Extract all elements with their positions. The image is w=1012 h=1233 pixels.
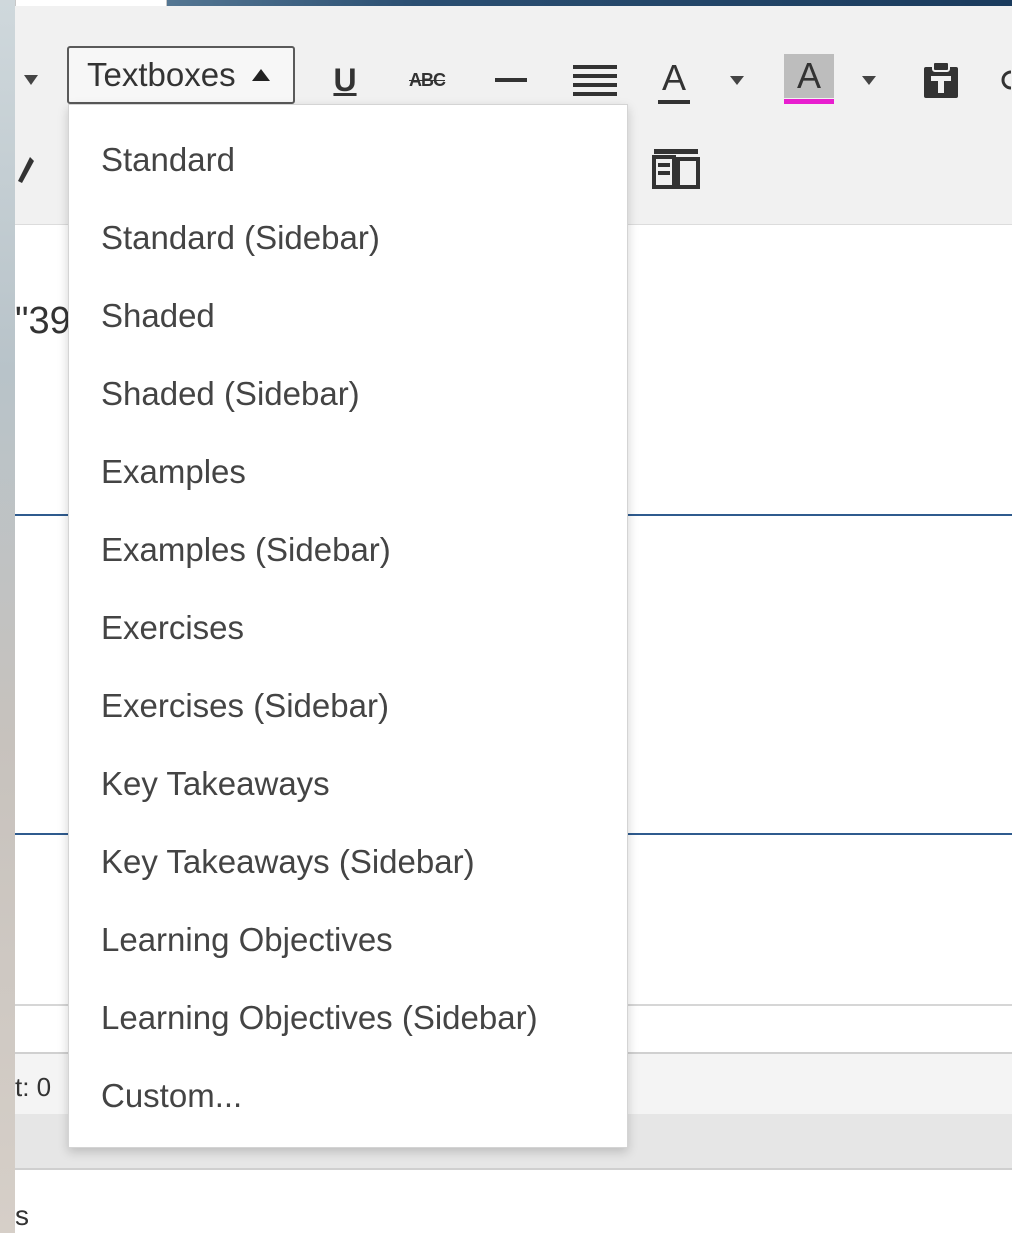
menu-item-shaded[interactable]: Shaded: [101, 292, 215, 340]
justify-button[interactable]: [571, 58, 619, 102]
bottom-text-fragment: s: [15, 1200, 29, 1231]
menu-item-custom[interactable]: Custom...: [101, 1072, 242, 1120]
menu-item-examples-sidebar[interactable]: Examples (Sidebar): [101, 526, 391, 574]
columns-icon: [652, 149, 700, 189]
menu-item-exercises[interactable]: Exercises: [101, 604, 244, 652]
font-color-button[interactable]: A: [651, 56, 697, 104]
pencil-partial-icon: [18, 157, 34, 183]
textboxes-dropdown-menu: Standard Standard (Sidebar) Shaded Shade…: [68, 104, 628, 1148]
paste-icon: [924, 61, 958, 98]
background-color-icon: A: [784, 54, 834, 104]
horizontal-line-button[interactable]: [493, 58, 529, 102]
partial-toolbar-icon[interactable]: [15, 146, 35, 190]
columns-button[interactable]: [651, 146, 701, 190]
background-color-button[interactable]: A: [783, 54, 835, 104]
menu-item-exercises-sidebar[interactable]: Exercises (Sidebar): [101, 682, 389, 730]
textboxes-label: Textboxes: [87, 56, 236, 93]
overflow-icon[interactable]: [997, 58, 1012, 102]
menu-item-key-takeaways-sidebar[interactable]: Key Takeaways (Sidebar): [101, 838, 475, 886]
menu-item-key-takeaways[interactable]: Key Takeaways: [101, 760, 330, 808]
link-partial-icon: [1001, 70, 1011, 90]
textboxes-dropdown-button[interactable]: Textboxes: [67, 46, 295, 104]
menu-item-shaded-sidebar[interactable]: Shaded (Sidebar): [101, 370, 360, 418]
underline-icon: U: [333, 61, 357, 98]
menu-item-learning-objectives[interactable]: Learning Objectives: [101, 916, 393, 964]
menu-item-examples[interactable]: Examples: [101, 448, 246, 496]
status-text: t: 0: [15, 1072, 52, 1102]
left-dropdown-arrow-icon[interactable]: [21, 58, 41, 102]
justify-icon: [573, 64, 617, 96]
paste-button[interactable]: [919, 58, 963, 102]
background-color-dropdown-arrow-icon[interactable]: [859, 58, 879, 102]
editor-window: Textboxes U ABC A A "39 t: 0 s Standard …: [15, 0, 1012, 1233]
font-color-icon: A: [657, 57, 691, 104]
menu-item-learning-objectives-sidebar[interactable]: Learning Objectives (Sidebar): [101, 994, 538, 1042]
horizontal-line-icon: [495, 78, 527, 82]
underline-button[interactable]: U: [325, 58, 365, 102]
strikethrough-button[interactable]: ABC: [403, 58, 451, 102]
editor-text-fragment: "39: [15, 300, 71, 342]
menu-item-standard-sidebar[interactable]: Standard (Sidebar): [101, 214, 380, 262]
font-color-dropdown-arrow-icon[interactable]: [727, 58, 747, 102]
menu-item-standard[interactable]: Standard: [101, 136, 235, 184]
desktop-background: [0, 0, 16, 1233]
caret-up-icon: [251, 69, 270, 81]
strikethrough-icon: ABC: [409, 69, 446, 90]
